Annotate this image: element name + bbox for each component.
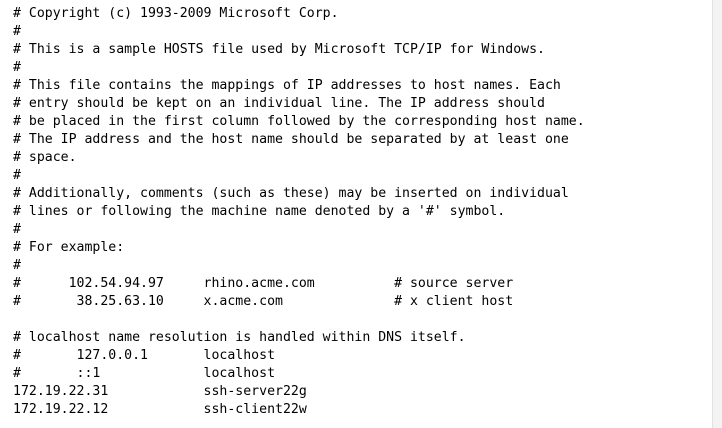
text-line-5: # This file contains the mappings of IP … bbox=[13, 78, 561, 93]
text-line-2: # bbox=[13, 24, 21, 39]
text-line-23: 172.19.22.12 ssh-client22w bbox=[13, 402, 307, 417]
text-line-19: # localhost name resolution is handled w… bbox=[13, 330, 466, 345]
text-line-3: # This is a sample HOSTS file used by Mi… bbox=[13, 42, 545, 57]
text-line-7: # be placed in the first column followed… bbox=[13, 114, 585, 129]
text-line-13: # bbox=[13, 222, 21, 237]
text-line-21: # ::1 localhost bbox=[13, 366, 276, 381]
text-line-4: # bbox=[13, 60, 21, 75]
text-line-8: # The IP address and the host name shoul… bbox=[13, 132, 569, 147]
text-line-15: # bbox=[13, 258, 21, 273]
hosts-file-text-area[interactable]: # Copyright (c) 1993-2009 Microsoft Corp… bbox=[0, 0, 712, 428]
text-line-14: # For example: bbox=[13, 240, 125, 255]
vertical-scrollbar[interactable] bbox=[712, 0, 722, 428]
text-line-11: # Additionally, comments (such as these)… bbox=[13, 186, 569, 201]
text-line-6: # entry should be kept on an individual … bbox=[13, 96, 545, 111]
text-editor[interactable]: # Copyright (c) 1993-2009 Microsoft Corp… bbox=[0, 0, 722, 428]
text-line-1: # Copyright (c) 1993-2009 Microsoft Corp… bbox=[13, 6, 339, 21]
text-line-12: # lines or following the machine name de… bbox=[13, 204, 506, 219]
text-line-18 bbox=[13, 311, 712, 329]
text-line-9: # space. bbox=[13, 150, 77, 165]
text-line-16: # 102.54.94.97 rhino.acme.com # source s… bbox=[13, 276, 514, 291]
text-line-22: 172.19.22.31 ssh-server22g bbox=[13, 384, 307, 399]
text-line-20: # 127.0.0.1 localhost bbox=[13, 348, 276, 363]
text-line-17: # 38.25.63.10 x.acme.com # x client host bbox=[13, 294, 514, 309]
text-line-10: # bbox=[13, 168, 21, 183]
